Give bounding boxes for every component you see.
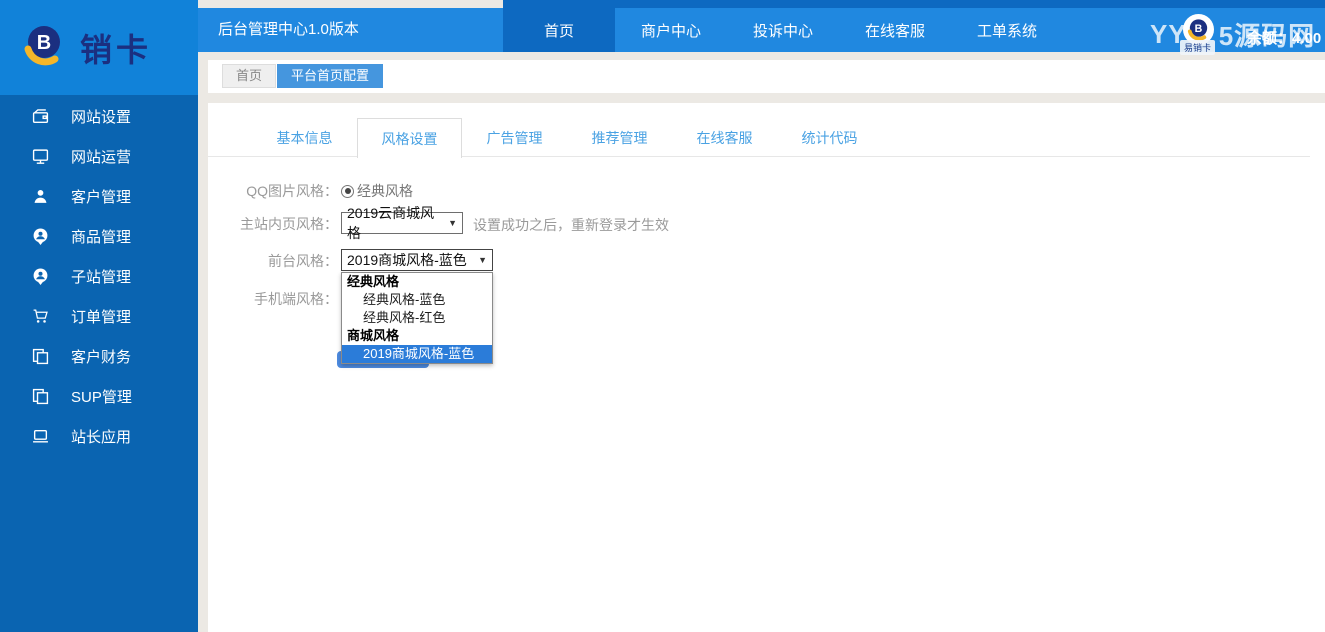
dropdown-option-classic-red[interactable]: 经典风格-红色 [342,309,492,327]
nav-item-home[interactable]: 首页 [503,0,615,52]
sidebar-item-label: 订单管理 [71,306,131,327]
sidebar-item-customer-management[interactable]: 客户管理 [0,176,198,216]
tab-online-service[interactable]: 在线客服 [672,119,777,157]
sidebar-item-label: SUP管理 [71,386,132,407]
sidebar-item-sup-management[interactable]: SUP管理 [0,376,198,416]
tab-statistics-code[interactable]: 统计代码 [777,119,882,157]
breadcrumb-home[interactable]: 首页 [222,64,276,88]
sidebar-item-order-management[interactable]: 订单管理 [0,296,198,336]
front-style-value: 2019商城风格-蓝色 [347,250,467,270]
nav-item-complaint-center[interactable]: 投诉中心 [727,0,839,52]
breadcrumb: 首页 平台首页配置 [208,60,1325,93]
tab-recommend-management[interactable]: 推荐管理 [567,119,672,157]
brand-logo-icon: B [20,21,68,74]
monitor-icon [32,148,49,165]
top-nav: 首页 商户中心 投诉中心 在线客服 工单系统 [503,0,1063,52]
user-icon [32,188,49,205]
classic-style-radio[interactable] [341,185,354,198]
sidebar-item-label: 网站设置 [71,106,131,127]
app-version-title: 后台管理中心1.0版本 [218,8,359,52]
front-style-select[interactable]: 2019商城风格-蓝色 ▼ [341,249,493,271]
sidebar-item-customer-finance[interactable]: 客户财务 [0,336,198,376]
dropdown-group-classic: 经典风格 [342,273,492,291]
nav-item-merchant-center[interactable]: 商户中心 [615,0,727,52]
brand-logo[interactable]: B 销卡 [0,0,198,95]
user-pin-icon [32,228,49,245]
user-pin-icon [32,268,49,285]
relogin-note: 设置成功之后，重新登录才生效 [473,215,669,235]
main-site-style-label: 主站内页风格： [218,213,338,235]
sidebar-item-label: 子站管理 [71,266,131,287]
sidebar-item-label: 商品管理 [71,226,131,247]
sidebar-item-substation-management[interactable]: 子站管理 [0,256,198,296]
avatar-label: 易销卡 [1180,40,1215,55]
sidebar-item-site-settings[interactable]: 网站设置 [0,96,198,136]
dropdown-group-mall: 商城风格 [342,327,492,345]
classic-style-radio-label: 经典风格 [357,181,413,201]
nav-item-online-service[interactable]: 在线客服 [839,0,951,52]
balance-text: 余额：4.00 [1247,27,1321,48]
top-bar: 后台管理中心1.0版本 首页 商户中心 投诉中心 在线客服 工单系统 YY 5源… [198,8,1325,52]
sidebar-item-webmaster-apps[interactable]: 站长应用 [0,416,198,456]
wallet-icon [32,108,49,125]
copy-icon [32,348,49,365]
front-style-label: 前台风格： [218,250,338,272]
mobile-style-label: 手机端风格： [218,288,338,310]
admin-page: B 销卡 网站设置 网站运营 [0,0,1325,632]
front-style-dropdown-list: 经典风格 经典风格-蓝色 经典风格-红色 商城风格 2019商城风格-蓝色 [341,272,493,364]
sidebar-item-label: 网站运营 [71,146,131,167]
sidebar-item-label: 客户财务 [71,346,131,367]
dropdown-option-2019-mall-blue[interactable]: 2019商城风格-蓝色 [342,345,492,363]
sidebar: B 销卡 网站设置 网站运营 [0,0,198,632]
chevron-down-icon: ▼ [472,255,487,265]
sidebar-menu: 网站设置 网站运营 客户管理 [0,96,198,456]
sidebar-item-label: 客户管理 [71,186,131,207]
tab-style-settings[interactable]: 风格设置 [357,118,462,158]
qq-style-label: QQ图片风格： [218,180,338,202]
svg-text:B: B [1195,23,1203,35]
brand-name: 销卡 [80,25,152,71]
laptop-icon [32,428,49,445]
tab-ad-management[interactable]: 广告管理 [462,119,567,157]
qq-style-radio-group: 经典风格 [341,180,413,202]
chevron-down-icon: ▼ [442,218,457,228]
cart-icon [32,308,49,325]
tab-basic-info[interactable]: 基本信息 [252,119,357,157]
main-site-style-select[interactable]: 2019云商城风格 ▼ [341,212,463,234]
nav-item-ticket-system[interactable]: 工单系统 [951,0,1063,52]
sidebar-item-label: 站长应用 [71,426,131,447]
sidebar-item-site-operation[interactable]: 网站运营 [0,136,198,176]
svg-text:B: B [37,32,51,54]
dropdown-option-classic-blue[interactable]: 经典风格-蓝色 [342,291,492,309]
copy-icon [32,388,49,405]
sidebar-item-product-management[interactable]: 商品管理 [0,216,198,256]
main-site-style-value: 2019云商城风格 [347,203,442,243]
tab-bar: 基本信息 风格设置 广告管理 推荐管理 在线客服 统计代码 [208,118,1310,157]
breadcrumb-platform-home-config[interactable]: 平台首页配置 [277,64,383,88]
